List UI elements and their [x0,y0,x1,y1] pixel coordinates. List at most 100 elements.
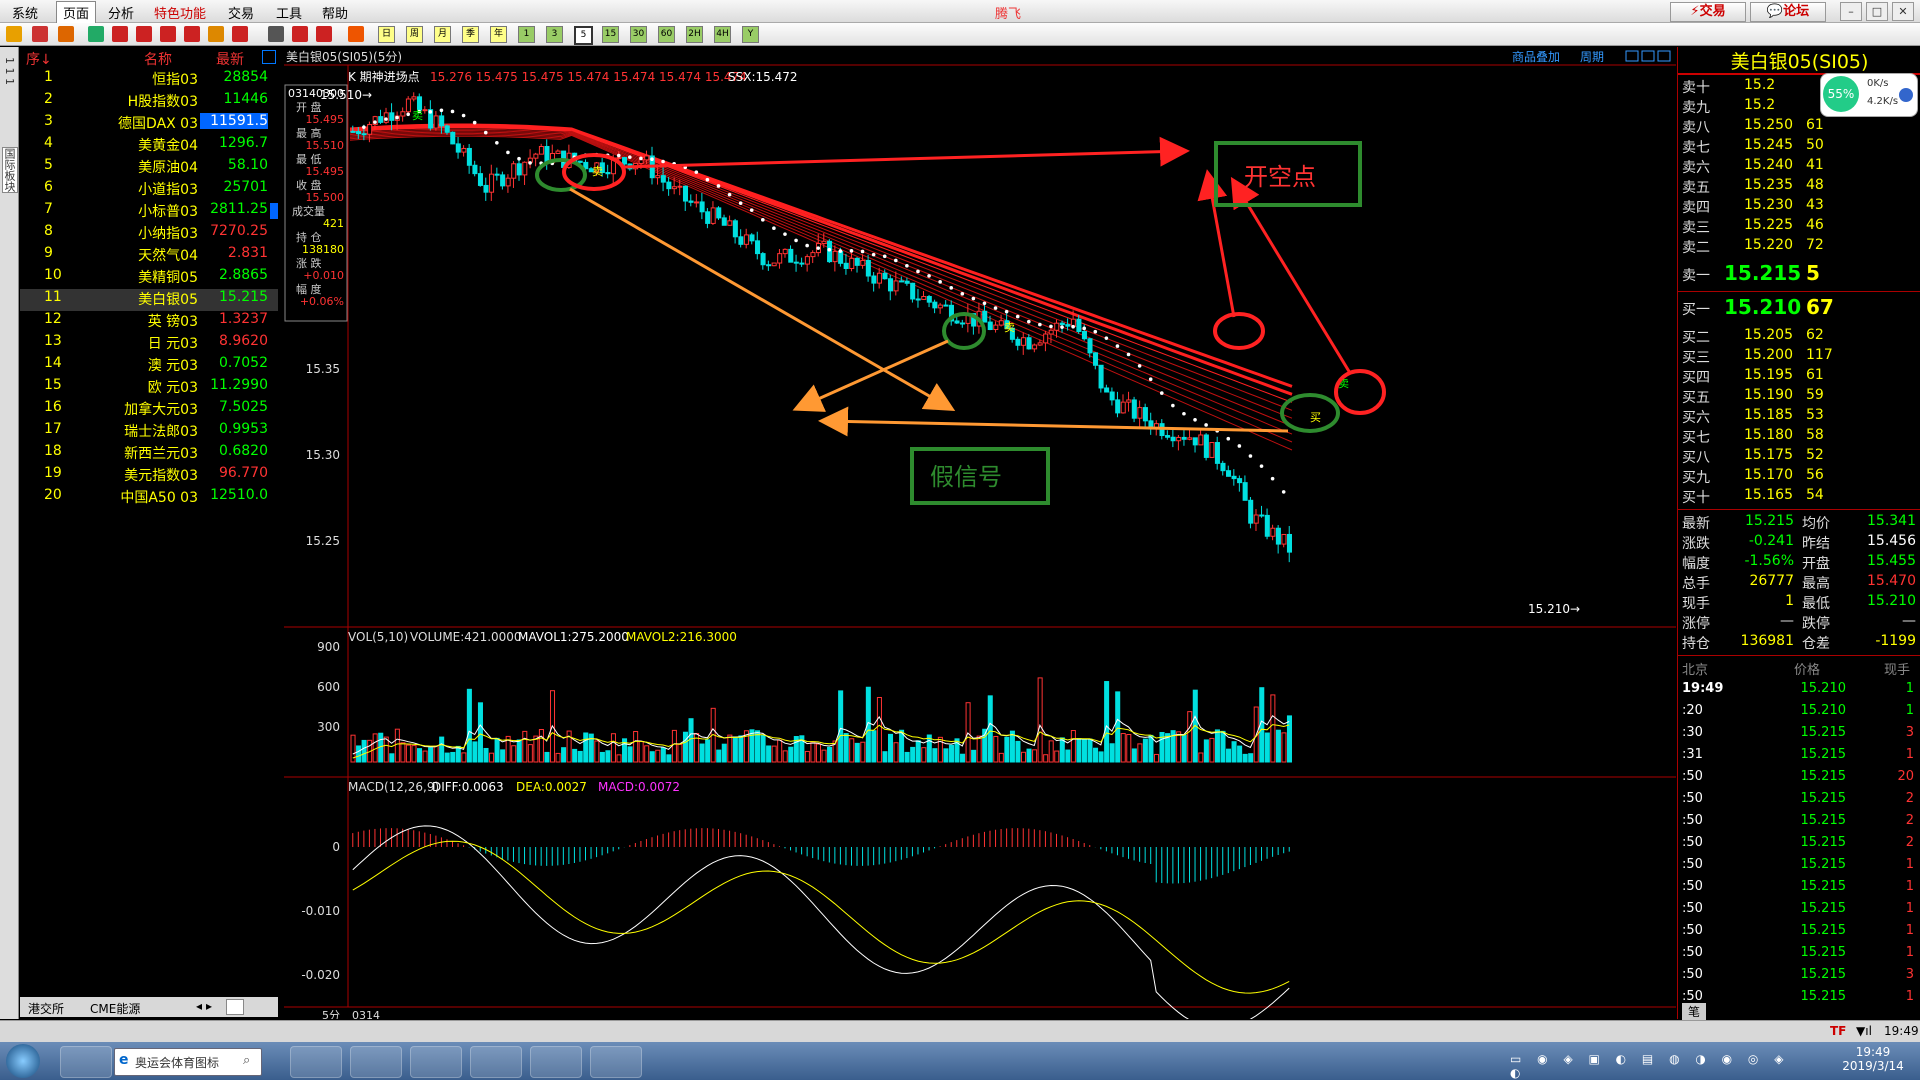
ask-level[interactable]: 卖八 15.250 61 [1678,117,1920,137]
period-month[interactable]: 月 [434,26,451,43]
quote-row[interactable]: 3 德国DAX 03 11591.5 [20,113,278,135]
tick-row[interactable]: :50 15.215 2 [1678,835,1920,857]
bid-level[interactable]: 买九 15.170 56 [1678,467,1920,487]
tick-row[interactable]: 19:49 15.210 1 [1678,681,1920,703]
search-icon[interactable] [136,26,152,42]
ask-level[interactable]: 卖三 15.225 46 [1678,217,1920,237]
taskbar-app-2[interactable] [290,1046,342,1078]
line-chart-icon[interactable] [292,26,308,42]
ask-level[interactable]: 卖二 15.220 72 [1678,237,1920,257]
quote-row[interactable]: 1 恒指03 28854 [20,69,278,91]
taskbar-app-5[interactable] [470,1046,522,1078]
scroll-right-icon[interactable]: ▸ [206,999,212,1013]
quote-row[interactable]: 19 美元指数03 96.770 [20,465,278,487]
header-last[interactable]: 最新 [216,49,244,69]
chart-canvas[interactable]: 美白银05(SI05)(5分) 商品叠加 周期 K 期神进场点 15.276 1… [284,47,1676,1030]
period-60min[interactable]: 60 [658,26,675,43]
menu-analysis[interactable]: 分析 [108,3,134,22]
tab-cme-energy[interactable]: CME能源 [90,1000,140,1017]
period-4h[interactable]: 4H [714,26,731,43]
period-3min[interactable]: 3 [546,26,563,43]
quote-row[interactable]: 6 小道指03 25701 [20,179,278,201]
quote-row[interactable]: 17 瑞士法郎03 0.9953 [20,421,278,443]
bid-level[interactable]: 买二 15.205 62 [1678,327,1920,347]
draw-icon[interactable] [184,26,200,42]
ask-level[interactable]: 卖九 15.2 [1678,97,1920,117]
tick-row[interactable]: :50 15.215 1 [1678,901,1920,923]
quote-row[interactable]: 4 美黄金04 1296.7 [20,135,278,157]
quote-row[interactable]: 10 美精铜05 2.8865 [20,267,278,289]
bid-level[interactable]: 买六 15.185 53 [1678,407,1920,427]
period-30min[interactable]: 30 [630,26,647,43]
period-2h[interactable]: 2H [686,26,703,43]
quote-row[interactable]: 9 天然气04 2.831 [20,245,278,267]
menu-tools[interactable]: 工具 [276,3,302,22]
period-15min[interactable]: 15 [602,26,619,43]
tick-row[interactable]: :50 15.215 3 [1678,967,1920,989]
quote-row[interactable]: 2 H股指数03 11446 [20,91,278,113]
minimize-icon[interactable]: – [1840,2,1862,21]
tick-row[interactable]: :50 15.215 1 [1678,989,1920,1011]
home-icon[interactable] [32,26,48,42]
period-quarter[interactable]: 季 [462,26,479,43]
tick-row[interactable]: :50 15.215 1 [1678,945,1920,967]
tick-row[interactable]: :20 15.210 1 [1678,703,1920,725]
period-1min[interactable]: 1 [518,26,535,43]
tick-row[interactable]: :50 15.215 20 [1678,769,1920,791]
menu-system[interactable]: 系统 [12,3,38,22]
bid-level[interactable]: 买四 15.195 61 [1678,367,1920,387]
header-name[interactable]: 名称 [144,49,172,69]
quote-row[interactable]: 16 加拿大元03 7.5025 [20,399,278,421]
maximize-icon[interactable]: □ [1866,2,1888,21]
zoom-icon[interactable] [112,26,128,42]
find-icon[interactable] [160,26,176,42]
tab-trades[interactable]: 笔 [1682,1003,1707,1020]
tick-row[interactable]: :30 15.215 3 [1678,725,1920,747]
clock[interactable]: 19:49 2019/3/14 [1838,1045,1908,1073]
trade-button[interactable]: ⚡交易 [1670,2,1746,22]
system-tray-icons[interactable]: ▭ ◉ ◈ ▣ ◐ ▤ ◍ ◑ ◉ ◎ ◈ ◐ [1510,1052,1810,1080]
search-icon[interactable]: ⌕ [243,1053,250,1068]
panel-toggle-icon[interactable] [262,50,276,64]
kline-icon[interactable] [316,26,332,42]
pen-icon[interactable] [208,26,224,42]
taskbar-app-6[interactable] [530,1046,582,1078]
tick-icon[interactable] [348,26,364,42]
ask-level[interactable]: 卖五 15.235 48 [1678,177,1920,197]
bid-level[interactable]: 买七 15.180 58 [1678,427,1920,447]
period-link[interactable]: 周期 [1580,50,1604,64]
ask-level[interactable]: 卖六 15.240 41 [1678,157,1920,177]
quote-row[interactable]: 15 欧 元03 11.2990 [20,377,278,399]
period-day[interactable]: 日 [378,26,395,43]
refresh-icon[interactable] [88,26,104,42]
quote-row[interactable]: 18 新西兰元03 0.6820 [20,443,278,465]
tick-row[interactable]: :50 15.215 2 [1678,813,1920,835]
period-5min[interactable]: 5 [574,26,593,45]
taskbar-app-1[interactable] [60,1046,112,1078]
menu-page[interactable]: 页面 [56,1,97,24]
side-tab-num[interactable]: 1 1 1 [2,57,16,85]
tick-row[interactable]: :31 15.215 1 [1678,747,1920,769]
bid-level[interactable]: 买五 15.190 59 [1678,387,1920,407]
bid-level-1[interactable]: 买一 15.210 67 [1678,295,1920,323]
bid-level[interactable]: 买八 15.175 52 [1678,447,1920,467]
scroll-thumb[interactable] [226,999,244,1015]
forum-button[interactable]: 💬论坛 [1750,2,1826,22]
close-icon[interactable]: ✕ [1892,2,1914,21]
menu-help[interactable]: 帮助 [322,3,348,22]
quote-row[interactable]: 7 小标普03 2811.25 [20,201,278,223]
period-year[interactable]: 年 [490,26,507,43]
tick-row[interactable]: :50 15.215 2 [1678,791,1920,813]
overlay-link[interactable]: 商品叠加 [1512,49,1560,64]
header-seq[interactable]: 序↓ [26,49,52,69]
quote-row[interactable]: 20 中国A50 03 12510.0 [20,487,278,509]
quote-icon[interactable] [58,26,74,42]
taskbar-app-4[interactable] [410,1046,462,1078]
menu-trade[interactable]: 交易 [228,3,254,22]
tick-row[interactable]: :50 15.215 1 [1678,923,1920,945]
quote-row[interactable]: 5 美原油04 58.10 [20,157,278,179]
bid-level[interactable]: 买十 15.165 54 [1678,487,1920,507]
side-tab-intl[interactable]: 国际板块 [2,147,18,193]
scroll-left-icon[interactable]: ◂ [196,999,202,1013]
bid-level[interactable]: 买三 15.200 117 [1678,347,1920,367]
